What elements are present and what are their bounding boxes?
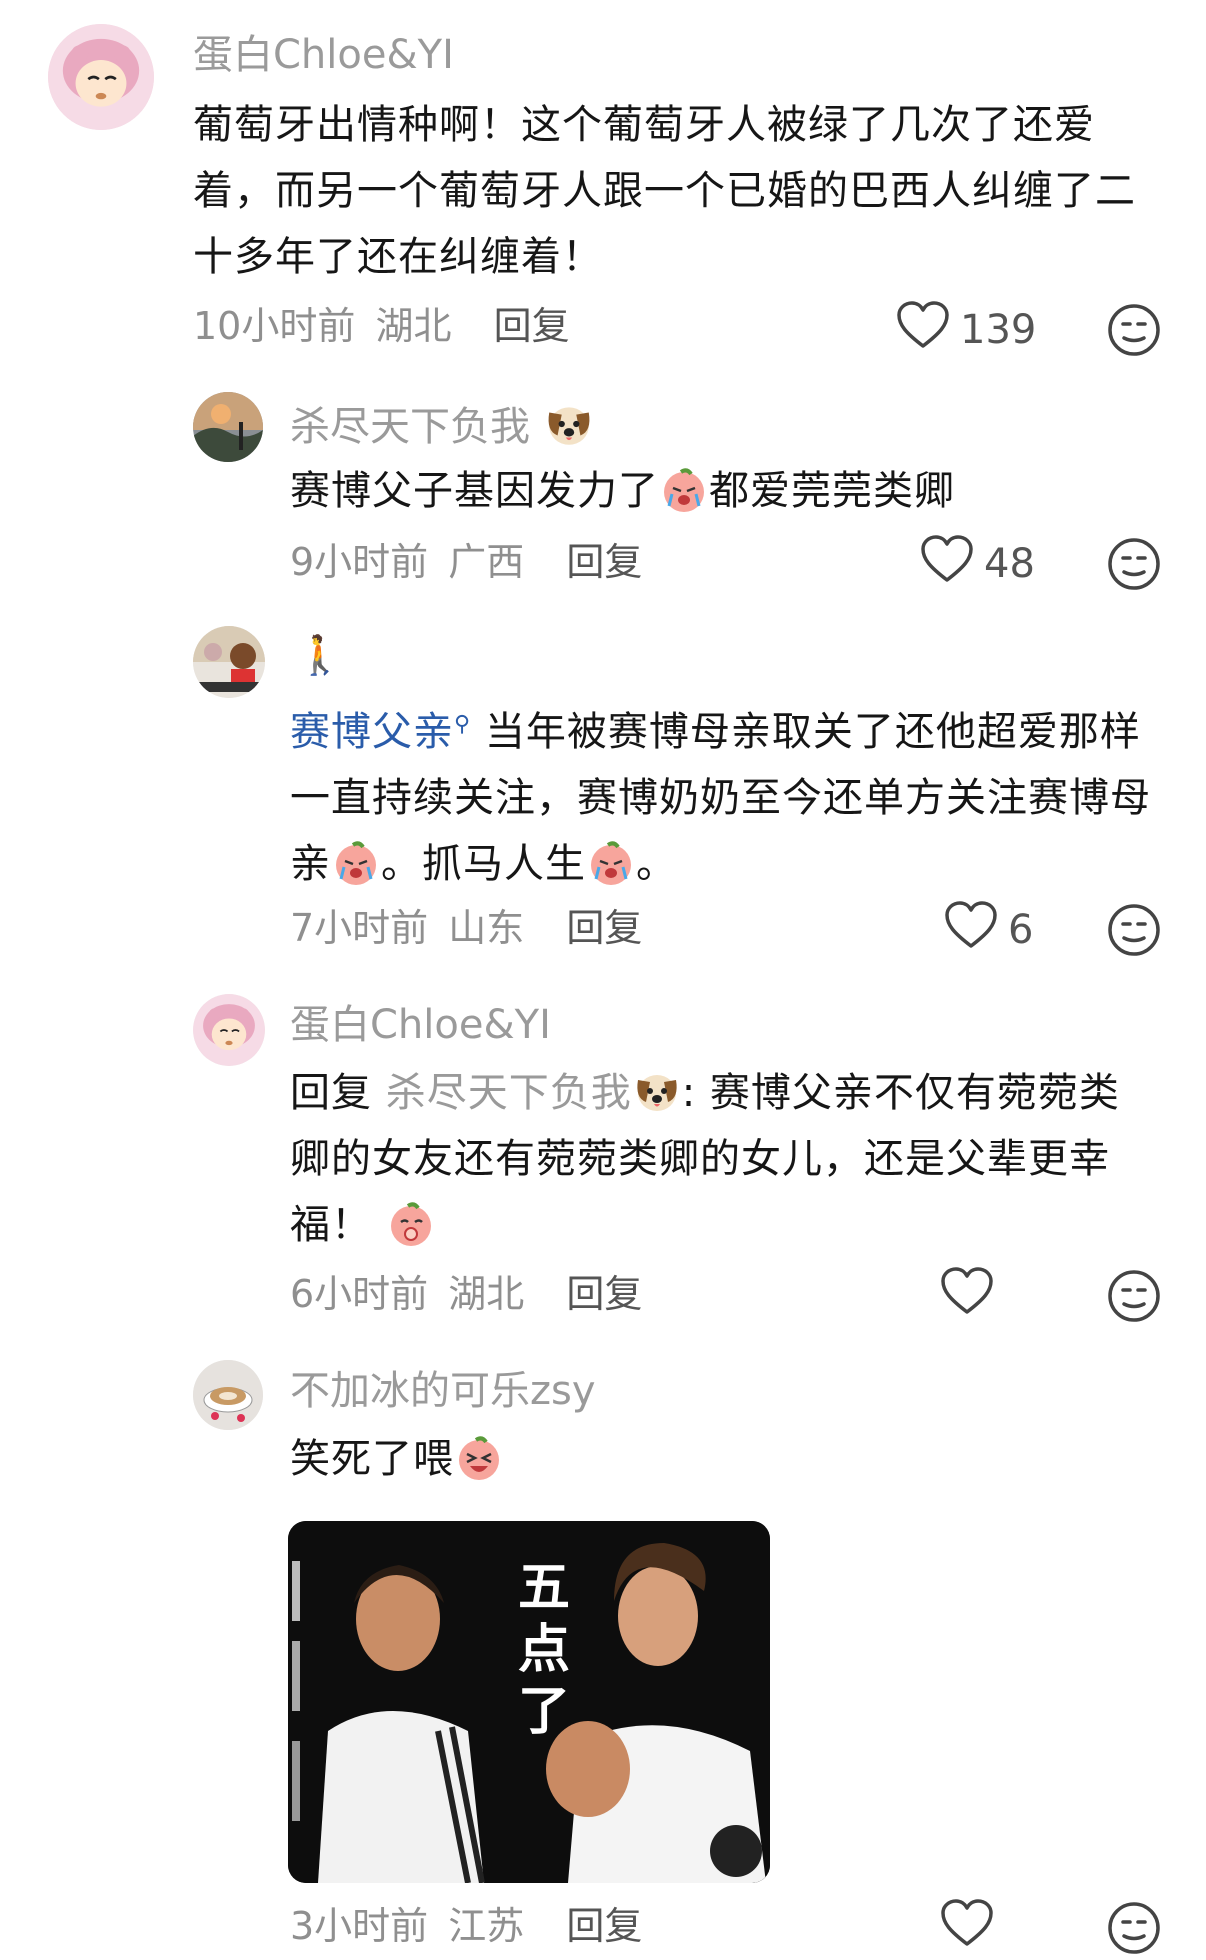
- shy-peach-emoji-icon: [386, 1198, 436, 1248]
- like-button[interactable]: [940, 1266, 1004, 1326]
- search-mention-icon: ⚲: [454, 712, 472, 737]
- reply-to-username[interactable]: 杀尽天下负我: [386, 1070, 632, 1116]
- comment-text-body: 都爱莞莞类卿: [709, 468, 955, 514]
- heart-outline-icon: [940, 1266, 994, 1326]
- timestamp: 10小时前: [193, 304, 356, 348]
- image-caption: 五点了: [517, 1558, 570, 1742]
- location: 湖北: [375, 304, 452, 348]
- reply-button[interactable]: 回复: [566, 1272, 642, 1316]
- reply-prefix: 回复: [290, 1070, 386, 1116]
- username[interactable]: 不加冰的可乐zsy: [290, 1366, 596, 1416]
- comment-text: 笑死了喂: [290, 1426, 1150, 1492]
- heart-outline-icon: [920, 534, 974, 594]
- timestamp: 7小时前: [290, 906, 429, 950]
- like-count: 139: [960, 307, 1037, 353]
- username[interactable]: 蛋白Chloe&YI: [290, 1000, 551, 1050]
- comment-text: 回复 杀尽天下负我: 赛博父亲不仅有菀菀类卿的女友还有菀菀类卿的女儿，还是父辈更…: [290, 1060, 1160, 1258]
- reply-button[interactable]: 回复: [566, 540, 642, 584]
- username[interactable]: 杀尽天下负我: [290, 398, 595, 452]
- meh-face-icon: [1108, 904, 1160, 956]
- avatar[interactable]: [48, 24, 154, 130]
- mention-link[interactable]: 赛博父亲⚲: [290, 709, 471, 755]
- dislike-button[interactable]: [1106, 902, 1162, 958]
- comment-text: 赛博父亲⚲ 当年被赛博母亲取关了还他超爱那样一直持续关注，赛博奶奶至今还单方关注…: [290, 692, 1170, 897]
- comment-text-body: 。: [636, 841, 677, 887]
- location: 山东: [448, 906, 525, 950]
- timestamp: 9小时前: [290, 540, 429, 584]
- reply-button[interactable]: 回复: [566, 906, 642, 950]
- location: 广西: [448, 540, 525, 584]
- crying-peach-emoji-icon: [659, 464, 709, 514]
- dislike-button[interactable]: [1106, 536, 1162, 592]
- comment-text-body: 赛博父子基因发力了: [290, 468, 659, 514]
- heart-outline-icon: [944, 900, 998, 960]
- location: 湖北: [448, 1272, 525, 1316]
- like-button[interactable]: 48: [920, 534, 1035, 594]
- username[interactable]: 🚶: [296, 630, 343, 680]
- reply-button[interactable]: 回复: [566, 1904, 642, 1948]
- comment-text: 赛博父子基因发力了 都爱莞莞类卿: [290, 458, 1150, 524]
- timestamp: 6小时前: [290, 1272, 429, 1316]
- comment-text-body: 葡萄牙出情种啊！这个葡萄牙人被绿了几次了还爱着，而另一个葡萄牙人跟一个已婚的巴西…: [193, 102, 1136, 280]
- dislike-button[interactable]: [1106, 1900, 1162, 1956]
- comment-meta: 6小时前 湖北 回复: [290, 1270, 642, 1318]
- comment-thread: 蛋白Chloe&YI 葡萄牙出情种啊！这个葡萄牙人被绿了几次了还爱着，而另一个葡…: [0, 0, 1206, 1954]
- dislike-button[interactable]: [1106, 302, 1162, 358]
- crying-peach-emoji-icon: [331, 837, 381, 887]
- meh-face-icon: [1108, 304, 1160, 356]
- like-button[interactable]: 139: [896, 300, 1037, 360]
- comment-meta: 10小时前 湖北 回复: [193, 302, 570, 350]
- comment-meta: 9小时前 广西 回复: [290, 538, 642, 586]
- meh-face-icon: [1108, 1902, 1160, 1954]
- location: 江苏: [448, 1904, 525, 1948]
- comment-text: 葡萄牙出情种啊！这个葡萄牙人被绿了几次了还爱着，而另一个葡萄牙人跟一个已婚的巴西…: [193, 92, 1165, 290]
- comment-text-body: 。抓马人生: [381, 841, 586, 887]
- avatar[interactable]: [193, 626, 265, 698]
- reply-button[interactable]: 回复: [494, 304, 570, 348]
- avatar[interactable]: [193, 994, 265, 1066]
- comment-image[interactable]: 五点了: [288, 1521, 770, 1883]
- avatar[interactable]: [193, 1360, 263, 1430]
- heart-outline-icon: [896, 300, 950, 360]
- like-button[interactable]: [940, 1898, 1004, 1958]
- avatar[interactable]: [193, 392, 263, 462]
- comment-meta: 7小时前 山东 回复: [290, 904, 642, 952]
- dog-emoji-icon: [632, 1066, 682, 1116]
- laughing-peach-emoji-icon: [454, 1432, 504, 1482]
- dog-emoji-icon: [543, 398, 595, 450]
- comment-text-body: 笑死了喂: [290, 1436, 454, 1482]
- crying-peach-emoji-icon: [586, 837, 636, 887]
- dislike-button[interactable]: [1106, 1268, 1162, 1324]
- comment-meta: 3小时前 江苏 回复: [290, 1902, 642, 1950]
- like-button[interactable]: 6: [944, 900, 1034, 960]
- timestamp: 3小时前: [290, 1904, 429, 1948]
- like-count: 6: [1008, 907, 1034, 953]
- meh-face-icon: [1108, 538, 1160, 590]
- heart-outline-icon: [940, 1898, 994, 1958]
- meh-face-icon: [1108, 1270, 1160, 1322]
- like-count: 48: [984, 541, 1035, 587]
- username[interactable]: 蛋白Chloe&YI: [193, 30, 454, 80]
